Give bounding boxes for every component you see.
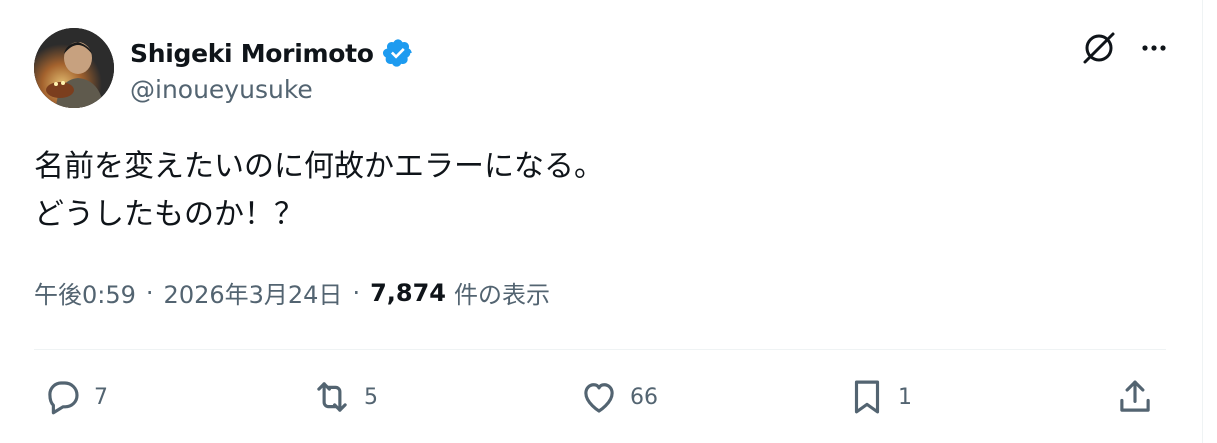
like-icon bbox=[578, 376, 620, 418]
views-label: 件の表示 bbox=[454, 281, 550, 309]
tweet-text-line: 名前を変えたいのに何故かエラーになる。 bbox=[34, 149, 604, 184]
tweet-meta: 午後0:59 · 2026年3月24日 · 7,874 件の表示 bbox=[34, 275, 550, 310]
author-name-row: Shigeki Morimoto bbox=[130, 34, 414, 72]
like-count: 66 bbox=[630, 384, 658, 410]
tweet-action-bar: 7 5 66 1 bbox=[0, 370, 1217, 426]
more-icon[interactable] bbox=[1139, 33, 1169, 63]
reply-button[interactable]: 7 bbox=[42, 376, 108, 418]
retweet-count: 5 bbox=[364, 384, 378, 410]
avatar-photo bbox=[34, 28, 114, 108]
reply-icon bbox=[42, 376, 84, 418]
tweet-date[interactable]: 2026年3月24日 bbox=[164, 275, 343, 310]
bookmark-icon bbox=[846, 376, 888, 418]
share-icon bbox=[1114, 376, 1156, 418]
views-count[interactable]: 7,874 bbox=[370, 279, 446, 307]
author-name[interactable]: Shigeki Morimoto bbox=[130, 39, 374, 68]
divider bbox=[34, 349, 1166, 350]
meta-separator: · bbox=[145, 278, 154, 307]
like-button[interactable]: 66 bbox=[578, 376, 658, 418]
tweet-time[interactable]: 午後0:59 bbox=[34, 275, 136, 310]
share-button[interactable] bbox=[1114, 376, 1156, 418]
meta-separator: · bbox=[352, 278, 361, 307]
author-handle[interactable]: @inoueyusuke bbox=[130, 75, 313, 104]
retweet-button[interactable]: 5 bbox=[310, 376, 378, 418]
tweet-top-actions bbox=[1081, 30, 1169, 66]
tweet-text: 名前を変えたいのに何故かエラーになる。 どうしたものか！？ bbox=[34, 143, 1134, 239]
avatar[interactable] bbox=[34, 28, 114, 108]
tweet-text-line: どうしたものか！？ bbox=[34, 197, 304, 232]
bookmark-button[interactable]: 1 bbox=[846, 376, 912, 418]
reply-count: 7 bbox=[94, 384, 108, 410]
verified-badge-icon[interactable] bbox=[382, 37, 414, 69]
bookmark-count: 1 bbox=[898, 384, 912, 410]
grok-icon[interactable] bbox=[1081, 30, 1117, 66]
retweet-icon bbox=[310, 376, 354, 418]
